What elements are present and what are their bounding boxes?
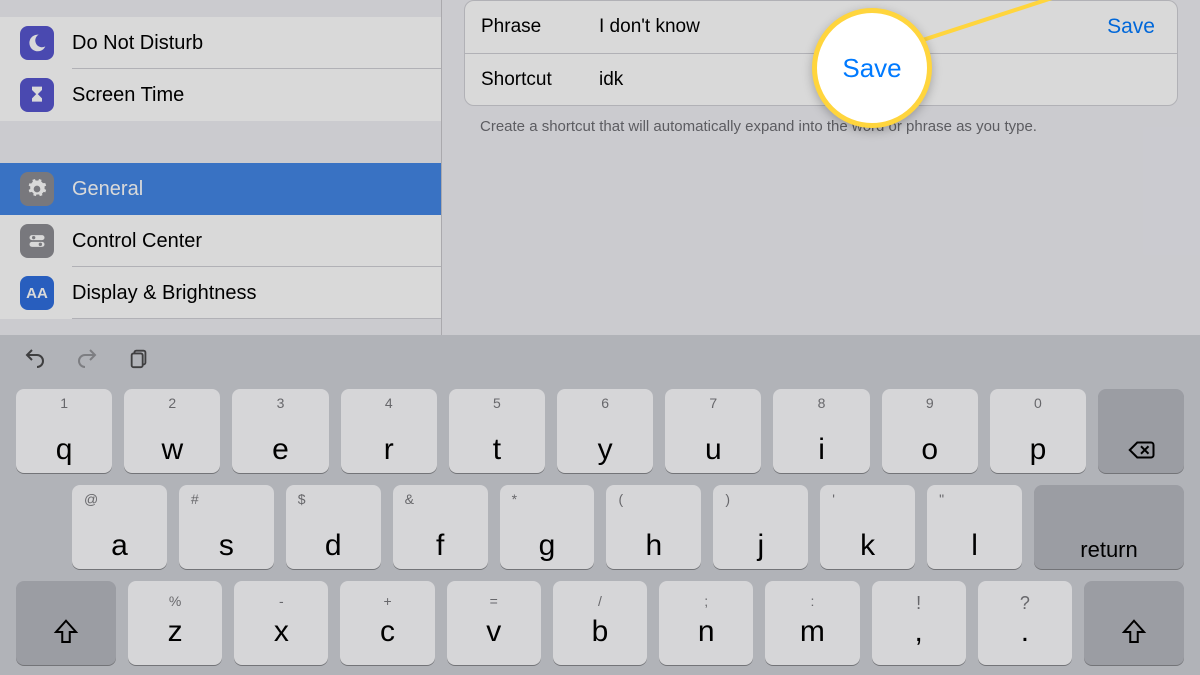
highlight-label: Save [842, 53, 901, 84]
sidebar-item-label: Do Not Disturb [72, 32, 203, 55]
undo-icon[interactable] [22, 345, 48, 371]
section-divider [0, 121, 441, 163]
key-o[interactable]: 9o [882, 389, 978, 473]
clipboard-icon[interactable] [126, 345, 152, 371]
key-r[interactable]: 4r [341, 389, 437, 473]
settings-sidebar: Do Not Disturb Screen Time General Contr… [0, 0, 442, 335]
toggle-icon [20, 224, 54, 258]
key-u[interactable]: 7u [665, 389, 761, 473]
key-k[interactable]: 'k [820, 485, 915, 569]
onscreen-keyboard: 1q 2w 3e 4r 5t 6y 7u 8i 9o 0p @a #s $d &… [0, 335, 1200, 675]
save-button[interactable]: Save [1107, 15, 1155, 39]
row-spacer [0, 0, 441, 16]
key-l[interactable]: "l [927, 485, 1022, 569]
save-highlight-circle: Save [812, 8, 932, 128]
key-p[interactable]: 0p [990, 389, 1086, 473]
key-v[interactable]: =v [447, 581, 541, 665]
key-z[interactable]: %z [128, 581, 222, 665]
text-size-icon: AA [20, 276, 54, 310]
hourglass-icon [20, 78, 54, 112]
keyboard-row-2: @a #s $d &f *g (h )j 'k "l return [0, 485, 1200, 569]
key-w[interactable]: 2w [124, 389, 220, 473]
shortcut-value[interactable]: idk [599, 69, 623, 91]
key-period[interactable]: ?. [978, 581, 1072, 665]
sidebar-item-general[interactable]: General [0, 163, 441, 215]
key-return[interactable]: return [1034, 485, 1184, 569]
key-m[interactable]: :m [765, 581, 859, 665]
key-g[interactable]: *g [500, 485, 595, 569]
key-h[interactable]: (h [606, 485, 701, 569]
sidebar-item-display-brightness[interactable]: AA Display & Brightness [0, 267, 441, 319]
sidebar-item-control-center[interactable]: Control Center [0, 215, 441, 267]
sidebar-item-do-not-disturb[interactable]: Do Not Disturb [0, 17, 441, 69]
key-i[interactable]: 8i [773, 389, 869, 473]
key-backspace[interactable] [1098, 389, 1184, 473]
phrase-label: Phrase [481, 16, 599, 38]
sidebar-item-screen-time[interactable]: Screen Time [0, 69, 441, 121]
moon-icon [20, 26, 54, 60]
key-comma[interactable]: !, [872, 581, 966, 665]
key-c[interactable]: +c [340, 581, 434, 665]
key-n[interactable]: ;n [659, 581, 753, 665]
shortcut-label: Shortcut [481, 69, 599, 91]
sidebar-item-label: General [72, 178, 143, 201]
key-shift-left[interactable] [16, 581, 116, 665]
key-t[interactable]: 5t [449, 389, 545, 473]
key-q[interactable]: 1q [16, 389, 112, 473]
key-b[interactable]: /b [553, 581, 647, 665]
sidebar-item-label: Screen Time [72, 84, 184, 107]
keyboard-row-3: %z -x +c =v /b ;n :m !, ?. [0, 581, 1200, 665]
key-s[interactable]: #s [179, 485, 274, 569]
key-f[interactable]: &f [393, 485, 488, 569]
redo-icon[interactable] [74, 345, 100, 371]
gear-icon [20, 172, 54, 206]
key-d[interactable]: $d [286, 485, 381, 569]
helper-text: Create a shortcut that will automaticall… [480, 118, 1178, 135]
sidebar-item-label: Control Center [72, 230, 202, 253]
sidebar-item-label: Display & Brightness [72, 282, 257, 305]
key-x[interactable]: -x [234, 581, 328, 665]
phrase-value[interactable]: I don't know [599, 16, 700, 38]
key-a[interactable]: @a [72, 485, 167, 569]
key-j[interactable]: )j [713, 485, 808, 569]
key-shift-right[interactable] [1084, 581, 1184, 665]
keyboard-toolbar [0, 335, 1200, 381]
keyboard-row-1: 1q 2w 3e 4r 5t 6y 7u 8i 9o 0p [0, 389, 1200, 473]
key-e[interactable]: 3e [232, 389, 328, 473]
key-y[interactable]: 6y [557, 389, 653, 473]
